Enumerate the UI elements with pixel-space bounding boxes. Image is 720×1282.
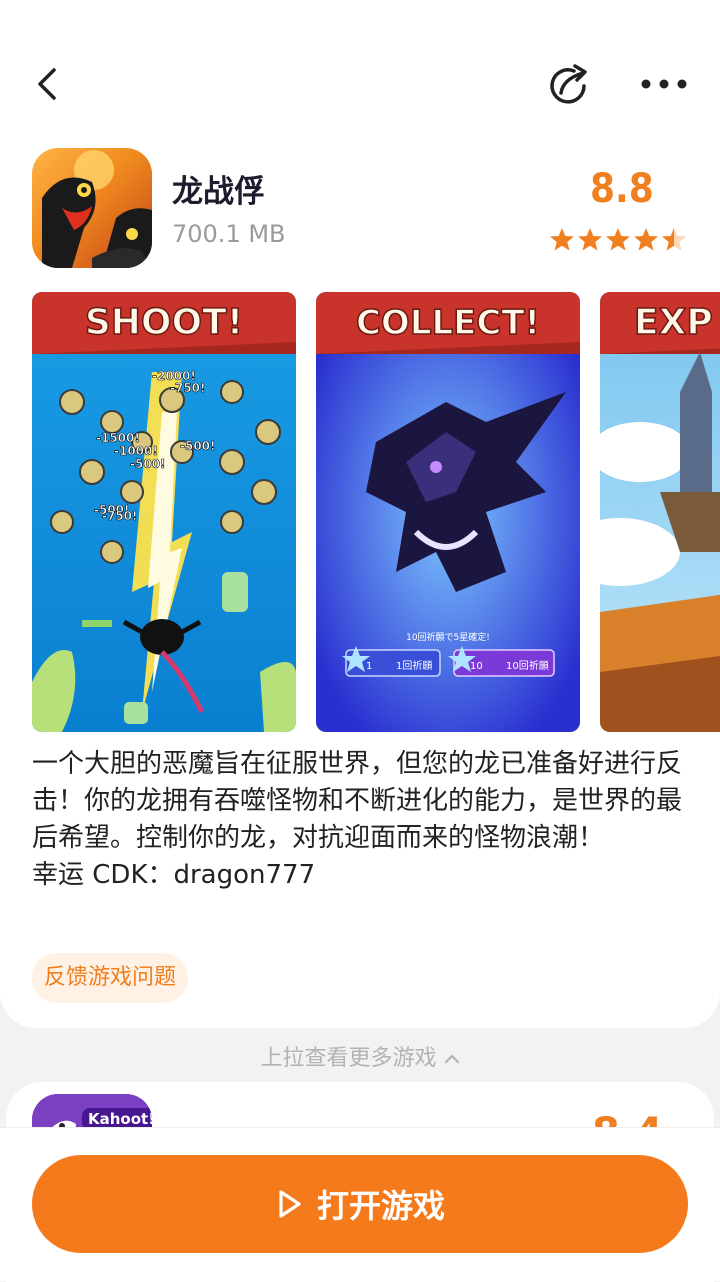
app-size: 700.1 MB [172,220,286,248]
hud-text: -500! [130,457,166,471]
pull-hint-label: 上拉查看更多游戏 [260,1046,437,1071]
gacha-count-2: 10 [470,661,483,672]
star-icon [634,228,658,251]
hud-text: -1000! [114,444,158,458]
open-game-label: 打开游戏 [316,1187,445,1225]
rating-score: 8.8 [590,166,654,212]
hud-text: -750! [102,509,138,523]
description-text: 一个大胆的恶魔旨在征服世界，但您的龙已准备好进行反击！你的龙拥有吞噬怪物和不断进… [32,749,683,853]
star-icon [578,228,602,251]
back-button[interactable] [28,62,68,106]
open-game-button[interactable]: 打开游戏 [32,1155,688,1253]
banner-text: EXP [634,302,713,343]
gacha-label-2: 10回祈願 [506,660,549,672]
pull-up-hint[interactable]: 上拉查看更多游戏 [0,1040,720,1072]
hud-text: -1500! [96,431,140,445]
gacha-label-1: 1回祈願 [396,660,432,672]
more-options-button[interactable] [636,62,692,106]
screenshot-carousel[interactable]: SHOOT! -2000! -750! -1500! -1000! -500! [32,292,720,732]
chevron-left-icon [38,68,56,100]
chevron-up-icon [444,1054,459,1064]
cdk-text: 幸运 CDK：dragon777 [32,860,316,890]
hud-text: -750! [170,381,206,395]
rating-stars [548,226,688,254]
screenshot-explore[interactable]: EXP [600,292,720,732]
feedback-button[interactable]: 反馈游戏问题 [32,953,189,1003]
more-icon [641,79,687,89]
app-icon [32,148,152,268]
app-name: 龙战俘 [172,174,265,210]
star-icon [606,228,630,251]
share-button[interactable] [544,62,592,110]
gacha-count-1: 1 [366,661,372,672]
screenshot-shoot[interactable]: SHOOT! -2000! -750! -1500! -1000! -500! [32,292,296,732]
banner-text: SHOOT! [85,302,243,343]
hud-text: -500! [180,439,216,453]
share-icon [550,64,587,104]
gacha-note: 10回祈願で5星確定! [406,631,490,643]
half-star-icon [662,228,686,251]
app-detail-card: 龙战俘 700.1 MB 8.8 SHOOT! -2000! -750! -15… [0,0,720,1028]
app-description: 一个大胆的恶魔旨在征服世界，但您的龙已准备好进行反击！你的龙拥有吞噬怪物和不断进… [32,746,692,894]
banner-text: COLLECT! [356,303,540,343]
play-icon [279,1190,301,1218]
star-icon [550,228,574,251]
screenshot-collect[interactable]: COLLECT! 10回祈願で5星確定! 1 1回祈願 10 10回祈願 [316,292,580,732]
